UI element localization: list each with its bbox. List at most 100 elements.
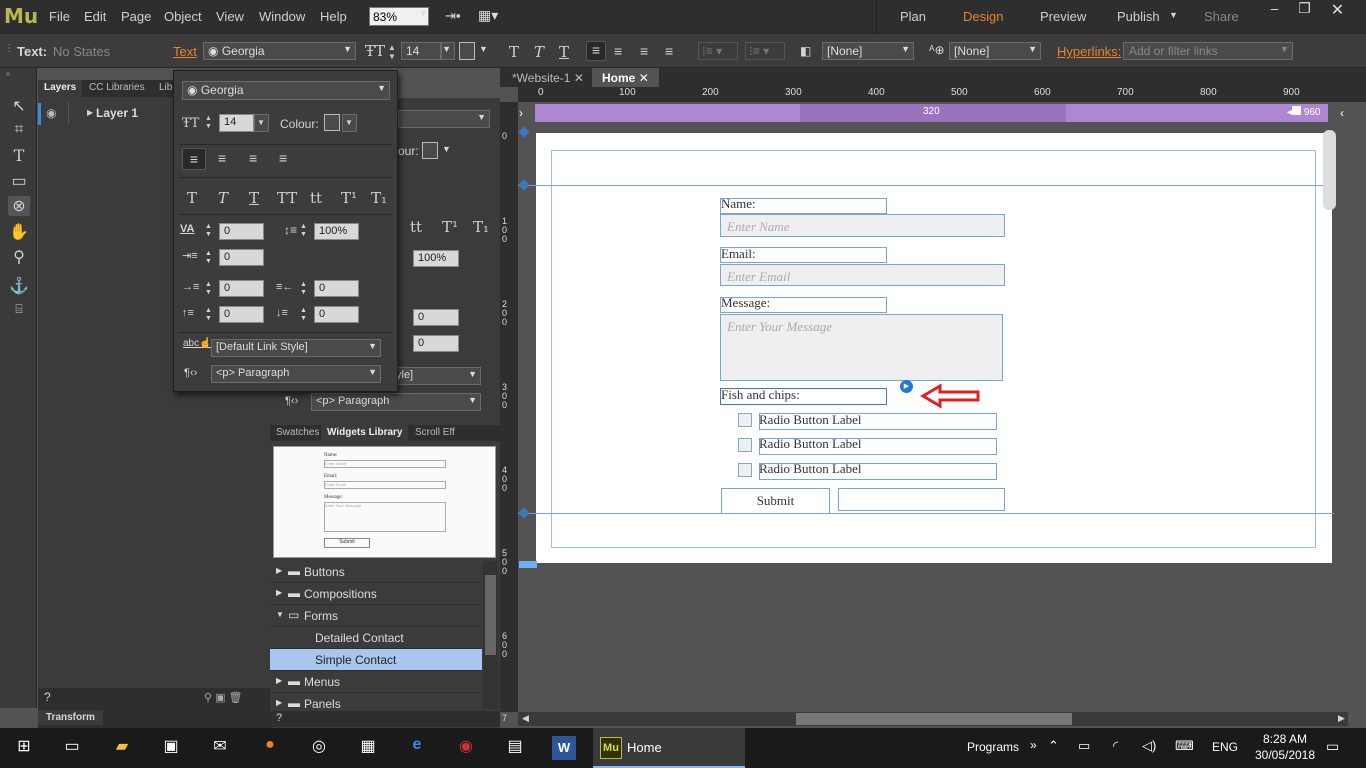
help-icon[interactable]: ? xyxy=(44,690,51,704)
colour-swatch-bg[interactable] xyxy=(422,142,438,159)
text-size-input[interactable]: 14 xyxy=(219,114,254,132)
file-explorer-icon[interactable]: ▰ xyxy=(110,736,134,760)
collapse-icon[interactable]: » xyxy=(6,69,10,78)
submit-button[interactable]: Submit xyxy=(721,488,830,514)
widget-detailed-contact[interactable]: Detailed Contact xyxy=(270,627,482,649)
text-tool-icon[interactable]: T xyxy=(8,146,30,166)
firefox-icon[interactable]: ● xyxy=(258,736,282,760)
chevron-left-icon[interactable]: ‹ xyxy=(1340,106,1344,120)
text-bold-icon[interactable]: T xyxy=(187,189,197,207)
align-left-icon[interactable]: ≡ xyxy=(586,41,606,61)
text-superscript-icon[interactable]: T¹ xyxy=(341,189,357,207)
radio-2[interactable] xyxy=(738,438,752,452)
menu-object[interactable]: Object xyxy=(164,9,202,24)
align-justify-icon[interactable]: ≡ xyxy=(279,150,287,166)
app-icon[interactable]: ◉ xyxy=(454,736,478,760)
message-textarea[interactable]: Enter Your Message xyxy=(720,314,1003,381)
hyperlinks-label[interactable]: Hyperlinks: xyxy=(1057,44,1121,59)
menu-help[interactable]: Help xyxy=(320,9,347,24)
zoom-tool-icon[interactable]: ⚲ xyxy=(8,247,30,267)
ellipse-tool-icon[interactable]: ⊗ xyxy=(8,196,30,216)
tab-cc-libraries[interactable]: CC Libraries xyxy=(83,80,151,97)
text-font-select[interactable]: ◉ Georgia ▼ xyxy=(182,81,390,100)
size-stepper[interactable]: ▲ ▼ xyxy=(205,115,212,131)
link-style-select-bg[interactable]: yle] ▼ xyxy=(391,367,481,385)
layout-icon[interactable]: ▦▾ xyxy=(478,7,498,24)
clock-time[interactable]: 8:28 AM xyxy=(1255,732,1315,746)
export-icon[interactable]: ⇥▪ xyxy=(445,8,461,24)
keyboard-icon[interactable]: ⌨ xyxy=(1175,738,1194,754)
mode-share[interactable]: Share xyxy=(1204,9,1239,24)
left-indent-input[interactable]: 0 xyxy=(219,280,264,297)
widget-folder-buttons[interactable]: ▶ ▬ Buttons xyxy=(270,561,482,583)
font-select-bg[interactable]: ▼ xyxy=(398,110,490,128)
stepper-icon[interactable]: ▲ ▼ xyxy=(205,250,212,266)
colour-swatch[interactable] xyxy=(459,42,475,60)
visibility-eye-icon[interactable]: ◉ xyxy=(46,106,56,120)
font-select[interactable]: ◉ Georgia ▼ xyxy=(203,42,356,60)
text-lowercase-icon[interactable]: tt xyxy=(410,218,422,236)
volume-icon[interactable]: ◁) xyxy=(1142,738,1156,754)
chevron-down-icon[interactable]: ▼ xyxy=(342,114,357,132)
horizontal-scrollbar[interactable]: ◀ ▶ xyxy=(518,712,1348,726)
menu-window[interactable]: Window xyxy=(259,9,305,24)
mode-design[interactable]: Design xyxy=(963,9,1003,24)
guide-marker[interactable] xyxy=(518,179,530,191)
word-icon[interactable]: W xyxy=(552,736,576,760)
widget-folder-forms[interactable]: ▼ ▭ Forms xyxy=(270,605,482,627)
text-subscript-icon[interactable]: T₁ xyxy=(371,189,387,207)
paragraph-select-bg[interactable]: <p> Paragraph ▼ xyxy=(311,393,481,411)
text-bold-icon[interactable]: T xyxy=(509,43,519,61)
chevron-down-icon[interactable]: ▼ xyxy=(419,8,428,18)
stepper-icon[interactable]: ▲ ▼ xyxy=(205,281,212,297)
mode-publish[interactable]: Publish xyxy=(1117,9,1160,24)
align-right-icon[interactable]: ≡ xyxy=(249,150,257,166)
unreal-icon[interactable]: ◎ xyxy=(307,736,331,760)
text-allcaps-icon[interactable]: TT xyxy=(277,189,297,207)
align-left-icon[interactable]: ≡ xyxy=(182,148,206,170)
first-indent-input[interactable]: 0 xyxy=(219,249,264,266)
stepper-icon[interactable]: ▲ ▼ xyxy=(300,307,307,323)
text-underline-icon[interactable]: T xyxy=(249,189,259,207)
guide-marker[interactable] xyxy=(518,126,530,138)
text-lowercase-icon[interactable]: tt xyxy=(310,189,322,207)
size-stepper[interactable]: ▲ ▼ xyxy=(388,43,396,61)
anchor-tool-icon[interactable]: ⚓ xyxy=(8,276,30,296)
hyperlinks-input[interactable]: Add or filter links xyxy=(1123,42,1293,60)
programs-toolbar[interactable]: Programs xyxy=(967,740,1019,754)
tracking-input[interactable]: 0 xyxy=(219,223,264,240)
space-after-input[interactable]: 0 xyxy=(314,306,359,323)
chevron-down-icon[interactable]: ▼ xyxy=(442,144,451,154)
states-label[interactable]: No States xyxy=(53,44,110,59)
stepper-icon[interactable]: ▲ ▼ xyxy=(300,281,307,297)
character-style-select[interactable]: [None] ▼ xyxy=(949,42,1041,60)
page-height-handle[interactable] xyxy=(519,561,537,568)
align-right-icon[interactable]: ≡ xyxy=(640,43,648,59)
text-superscript-icon[interactable]: T¹ xyxy=(442,218,458,236)
breakpoint-320[interactable]: 320 xyxy=(923,106,940,117)
notification-icon[interactable]: ▭ xyxy=(1326,738,1339,755)
paragraph-select[interactable]: <p> Paragraph ▼ xyxy=(211,365,381,383)
bullets-select[interactable]: ⁝≡ ▾ xyxy=(698,42,738,60)
stepper-icon[interactable]: ▲ ▼ xyxy=(205,223,212,239)
chevron-down-icon[interactable]: ▼ xyxy=(1280,44,1289,54)
name-input[interactable]: Enter Name xyxy=(720,214,1005,237)
mode-plan[interactable]: Plan xyxy=(900,9,926,24)
numbering-select[interactable]: ⁝≡ ▾ xyxy=(745,42,785,60)
edge-icon[interactable]: e xyxy=(405,736,429,760)
widget-folder-menus[interactable]: ▶ ▬ Menus xyxy=(270,671,482,693)
tab-scroll-effects[interactable]: Scroll Eff xyxy=(409,425,461,441)
calendar-icon[interactable]: ▦ xyxy=(356,736,380,760)
space-before-bg[interactable]: 0 xyxy=(413,309,459,326)
taskbar-muse[interactable]: Mu Home xyxy=(593,728,745,768)
breakpoint-bar[interactable]: 320 ◂ 960 xyxy=(535,104,1328,122)
vertical-scrollbar[interactable] xyxy=(1323,130,1336,210)
chevron-up-icon[interactable]: ⌃ xyxy=(1048,738,1059,754)
text-colour-swatch[interactable] xyxy=(324,114,340,131)
layer-actions-icon[interactable]: ⚲ ▣ 🗑 xyxy=(204,691,243,704)
hand-tool-icon[interactable]: ✋ xyxy=(8,222,30,242)
expand-arrow-icon[interactable]: ▶ xyxy=(87,108,93,117)
selection-tool-icon[interactable]: ↖ xyxy=(8,96,30,116)
menu-view[interactable]: View xyxy=(216,9,244,24)
stepper-icon[interactable]: ▲ ▼ xyxy=(300,223,307,239)
